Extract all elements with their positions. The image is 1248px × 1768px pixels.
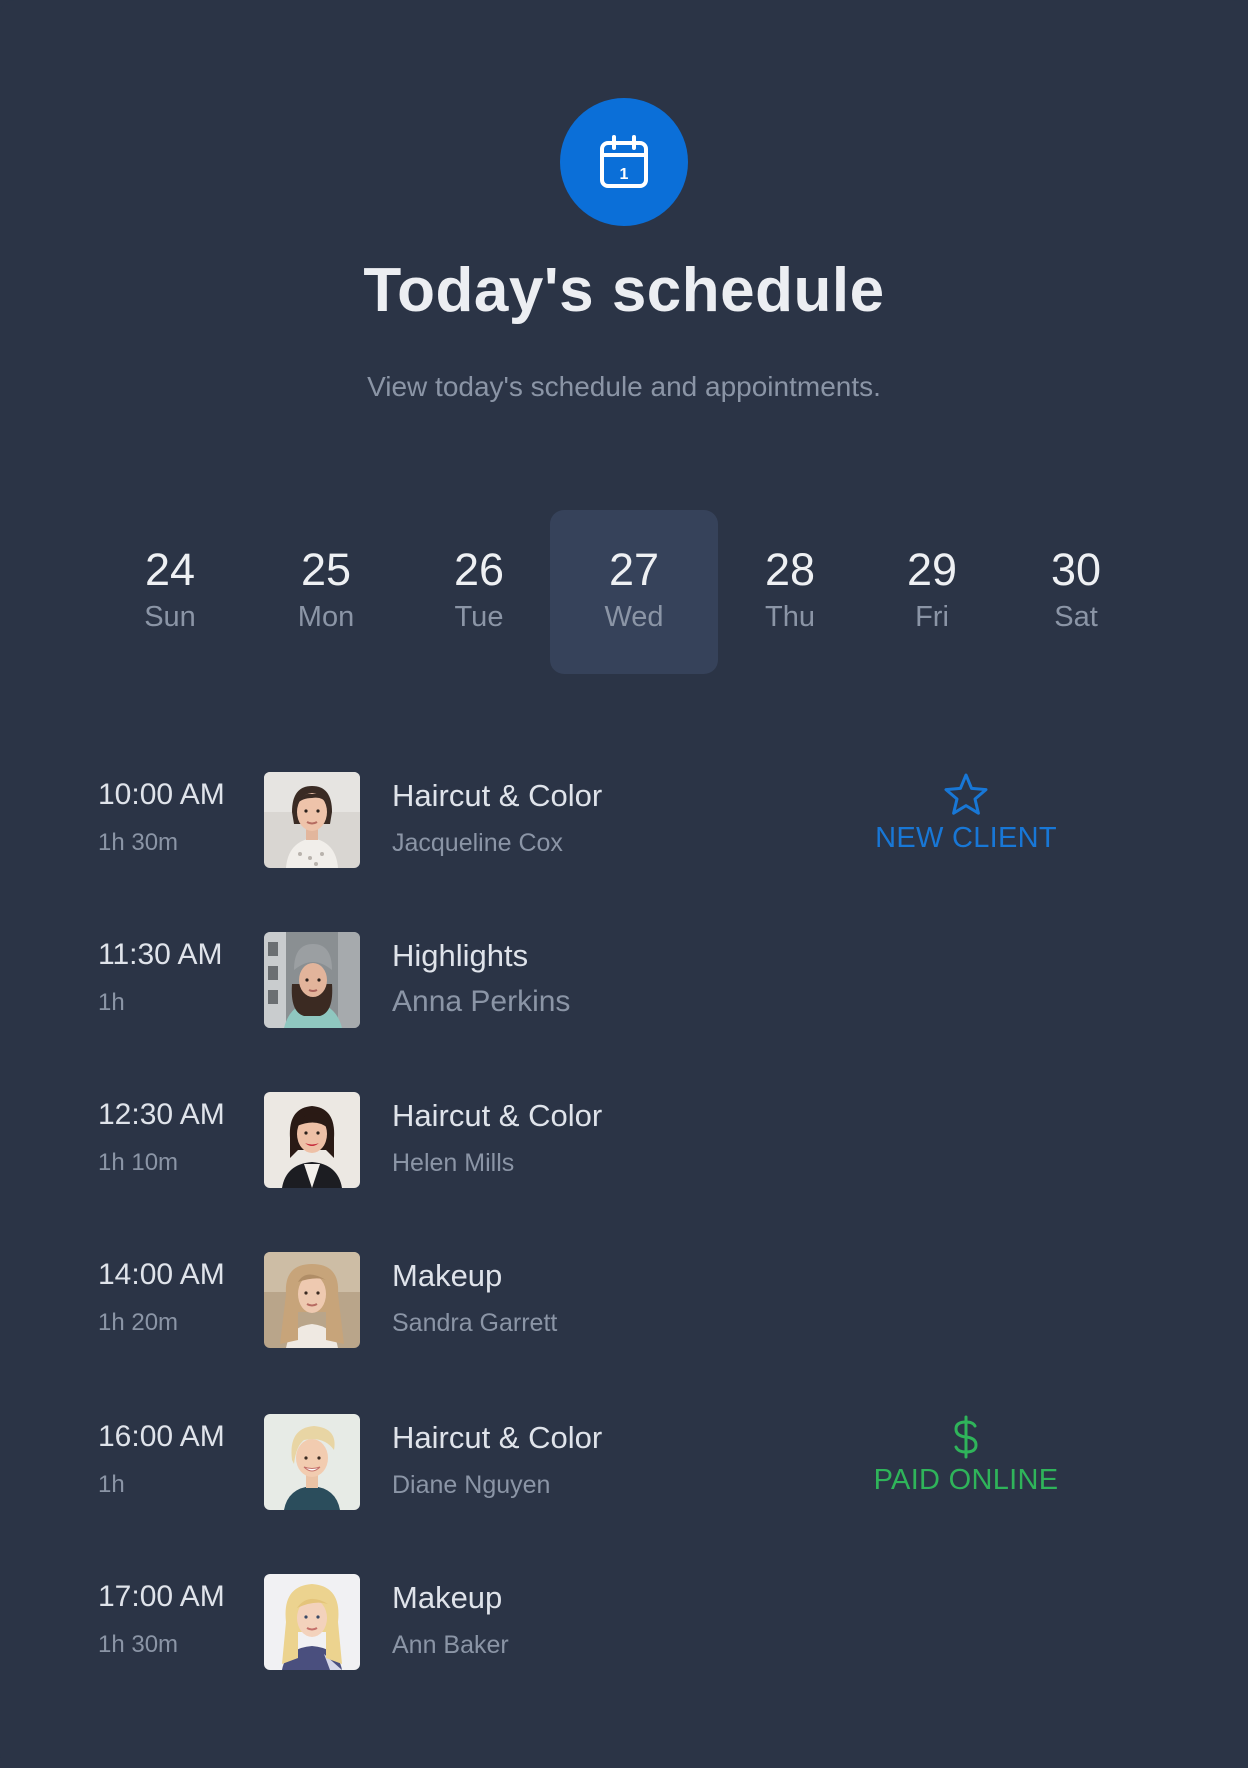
appointment-row[interactable]: 12:30 AM 1h 10m Haircut & Color Helen Mi… (98, 1092, 1098, 1188)
appointment-service: Haircut & Color (392, 1420, 603, 1455)
appointment-time: 14:00 AM (98, 1258, 225, 1291)
appointment-time: 16:00 AM (98, 1420, 225, 1453)
avatar (264, 1574, 360, 1670)
appointment-row[interactable]: 14:00 AM 1h 20m Makeup Sandra Garrett (98, 1252, 1098, 1348)
new-client-badge: NEW CLIENT (858, 772, 1074, 855)
avatar (264, 1252, 360, 1348)
star-icon (944, 773, 988, 815)
paid-online-label: PAID ONLINE (873, 1464, 1059, 1496)
appointment-duration: 1h 30m (98, 829, 179, 856)
day-name: Mon (297, 601, 355, 633)
dollar-icon (954, 1415, 978, 1459)
appointment-service: Makeup (392, 1580, 503, 1615)
day-number: 30 (1050, 544, 1102, 595)
day-number: 25 (300, 544, 352, 595)
appointment-time: 17:00 AM (98, 1580, 225, 1613)
day-name: Tue (454, 601, 504, 633)
day-name: Sun (144, 601, 196, 633)
appointment-service: Haircut & Color (392, 778, 603, 813)
avatar (264, 932, 360, 1028)
avatar (264, 772, 360, 868)
appointment-duration: 1h (98, 1471, 125, 1498)
day-number: 27 (608, 544, 660, 595)
calendar-icon-badge: 1 (560, 98, 688, 226)
appointment-time: 12:30 AM (98, 1098, 225, 1131)
appointment-row[interactable]: 10:00 AM 1h 30m Haircut & Color Jacqueli… (98, 772, 1098, 868)
appointment-duration: 1h 30m (98, 1631, 179, 1658)
day-name: Fri (915, 601, 949, 633)
avatar (264, 1092, 360, 1188)
day-24[interactable]: 24 Sun (86, 510, 254, 674)
appointment-time: 10:00 AM (98, 778, 225, 811)
day-number: 24 (144, 544, 196, 595)
day-number: 26 (453, 544, 505, 595)
page-subtitle: View today's schedule and appointments. (367, 371, 881, 402)
paid-online-badge: PAID ONLINE (858, 1414, 1074, 1497)
day-27-selected[interactable]: 27 Wed (550, 510, 718, 674)
calendar-icon: 1 (600, 135, 648, 188)
appointment-client: Jacqueline Cox (392, 829, 563, 857)
appointment-service: Makeup (392, 1258, 503, 1293)
day-30[interactable]: 30 Sat (992, 510, 1160, 674)
day-number: 29 (906, 544, 958, 595)
appointment-duration: 1h 20m (98, 1309, 179, 1336)
appointment-client: Ann Baker (392, 1631, 509, 1659)
day-29[interactable]: 29 Fri (848, 510, 1016, 674)
day-25[interactable]: 25 Mon (242, 510, 410, 674)
appointment-duration: 1h 10m (98, 1149, 179, 1176)
appointment-time: 11:30 AM (98, 938, 223, 971)
appointment-row[interactable]: 11:30 AM 1h Highlights Anna Perkins (98, 932, 1098, 1028)
day-26[interactable]: 26 Tue (395, 510, 563, 674)
appointment-client: Anna Perkins (392, 985, 571, 1018)
appointment-client: Diane Nguyen (392, 1471, 551, 1499)
appointment-service: Haircut & Color (392, 1098, 603, 1133)
schedule-card: 1 Today's schedule View today's schedule… (0, 0, 1248, 1768)
new-client-label: NEW CLIENT (875, 822, 1057, 854)
appointment-duration: 1h (98, 989, 125, 1016)
day-name: Sat (1054, 601, 1098, 633)
avatar (264, 1414, 360, 1510)
page-title: Today's schedule (363, 256, 885, 325)
svg-text:1: 1 (620, 166, 629, 183)
appointment-row[interactable]: 16:00 AM 1h Haircut & Color Diane Nguyen (98, 1414, 1098, 1510)
appointment-client: Sandra Garrett (392, 1309, 558, 1337)
appointment-client: Helen Mills (392, 1149, 515, 1177)
appointment-row[interactable]: 17:00 AM 1h 30m Makeup Ann Baker (98, 1574, 1098, 1670)
appointment-service: Highlights (392, 938, 529, 973)
day-name: Wed (604, 601, 664, 633)
